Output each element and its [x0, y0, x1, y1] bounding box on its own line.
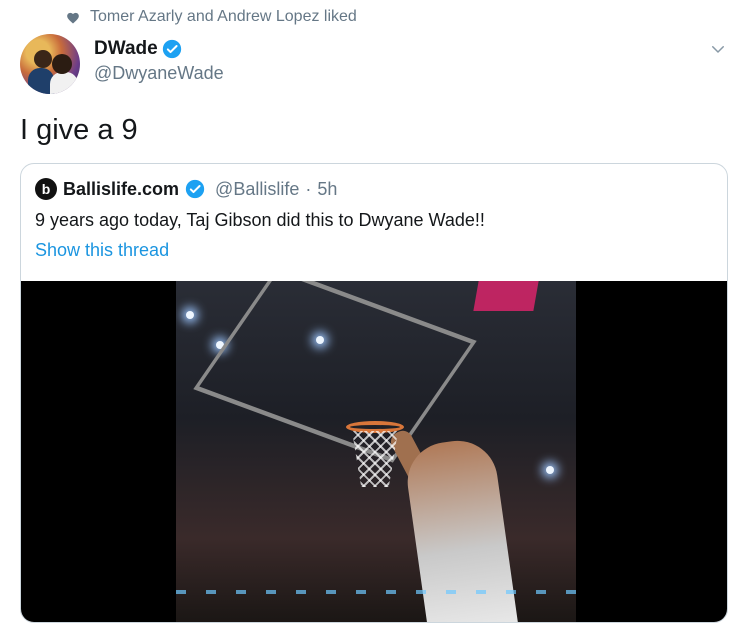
quote-text: 9 years ago today, Taj Gibson did this t…: [35, 210, 485, 230]
quote-tweet-card[interactable]: b Ballislife.com @Ballislife · 5h 9 year…: [20, 163, 728, 623]
verified-badge-icon: [185, 179, 205, 199]
quote-author-name: Ballislife.com: [63, 178, 180, 199]
avatar[interactable]: [20, 34, 80, 94]
show-thread-link[interactable]: Show this thread: [35, 240, 169, 261]
video-media[interactable]: [21, 281, 727, 622]
social-context-text[interactable]: Tomer Azarly and Andrew Lopez liked: [90, 8, 357, 26]
tweet-author[interactable]: DWade @DwyaneWade: [94, 38, 224, 84]
video-frame: [176, 281, 576, 622]
quote-separator: ·: [305, 178, 312, 199]
quote-timestamp: 5h: [317, 178, 338, 199]
author-name[interactable]: DWade: [94, 38, 158, 60]
quote-header: b Ballislife.com @Ballislife · 5h: [35, 178, 337, 200]
tweet-text: I give a 9: [20, 114, 138, 146]
heart-icon: [66, 11, 80, 24]
author-handle[interactable]: @DwyaneWade: [94, 63, 224, 84]
quote-author-handle: @Ballislife: [215, 178, 300, 199]
social-context: Tomer Azarly and Andrew Lopez liked: [66, 8, 357, 26]
verified-badge-icon: [162, 39, 182, 59]
chevron-down-icon[interactable]: [709, 40, 727, 63]
ballislife-logo-icon: b: [35, 178, 57, 200]
